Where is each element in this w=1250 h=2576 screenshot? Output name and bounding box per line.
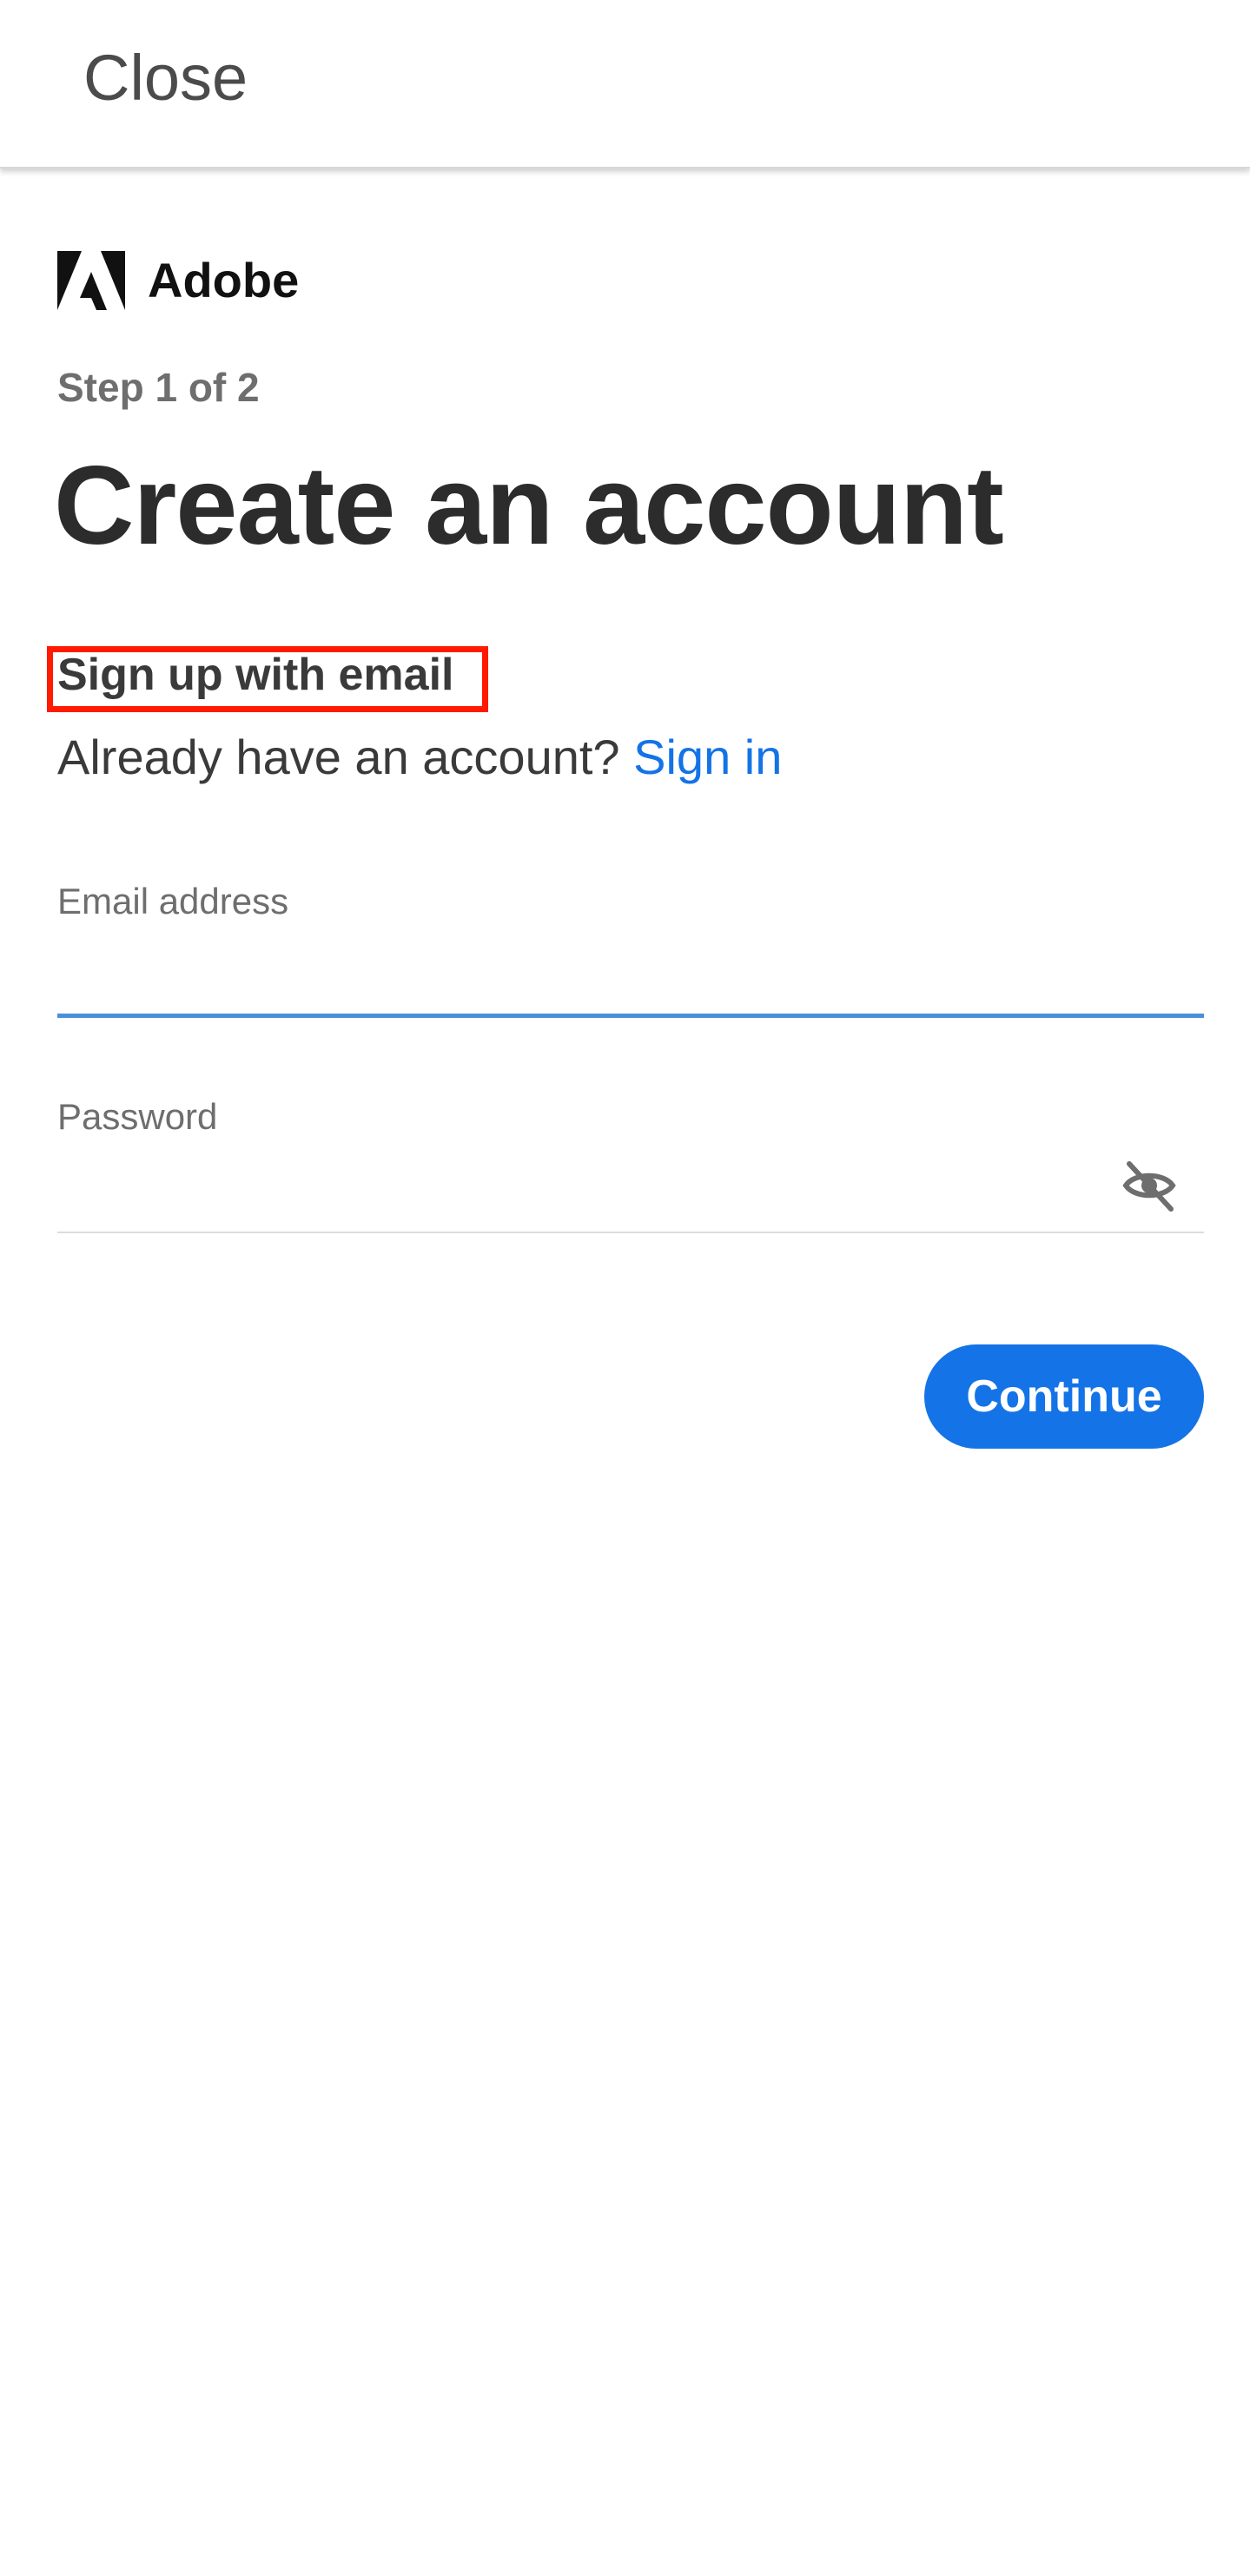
- adobe-logo-icon: [57, 251, 125, 310]
- existing-account-text: Already have an account?: [57, 730, 634, 784]
- sign-in-link[interactable]: Sign in: [633, 730, 782, 784]
- eye-slash-icon[interactable]: [1121, 1157, 1178, 1214]
- signup-subheading: Sign up with email: [57, 650, 454, 700]
- continue-button[interactable]: Continue: [924, 1344, 1204, 1449]
- password-label: Password: [57, 1096, 218, 1137]
- email-label: Email address: [57, 881, 289, 921]
- close-button[interactable]: Close: [83, 38, 248, 118]
- existing-account-prompt: Already have an account? Sign in: [57, 726, 782, 789]
- password-field[interactable]: [57, 1166, 1204, 1233]
- brand-logo: Adobe: [57, 250, 299, 311]
- email-field[interactable]: [57, 947, 1204, 1018]
- top-bar: Close: [0, 0, 1250, 168]
- brand-name: Adobe: [148, 253, 300, 307]
- page-title: Create an account: [54, 444, 1004, 568]
- step-indicator: Step 1 of 2: [57, 365, 260, 410]
